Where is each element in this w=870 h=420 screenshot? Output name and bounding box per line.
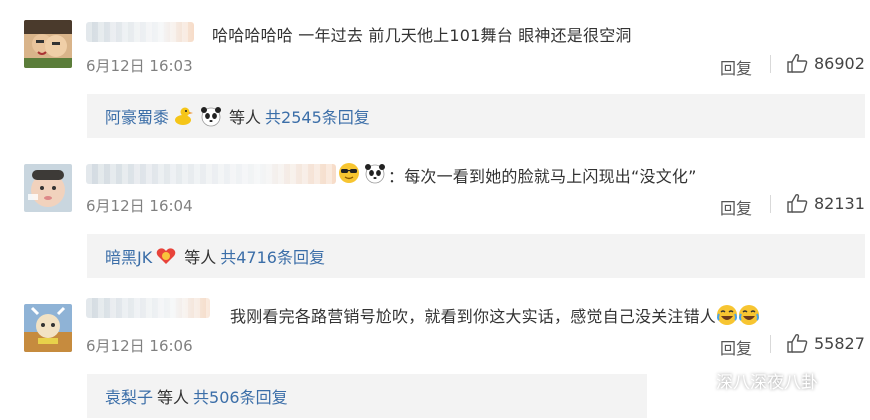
comment-time: 6月12日 16:04 xyxy=(86,197,193,215)
reply-count-link[interactable]: 共506条回复 xyxy=(193,384,288,408)
comment-text: ：每次一看到她的脸就马上闪现出“没文化” xyxy=(388,167,697,186)
like-button[interactable]: 86902 xyxy=(786,53,865,73)
like-button[interactable]: 55827 xyxy=(786,333,865,353)
reply-user-link[interactable]: 暗黑JK xyxy=(105,244,152,268)
wechat-logo-icon xyxy=(677,367,709,392)
divider xyxy=(770,335,771,353)
divider xyxy=(770,55,771,73)
comment-item: 我刚看完各路营销号尬吹，就看到你这大实话，感觉自己没关注错人 6月12日 16:… xyxy=(0,280,870,420)
like-count: 86902 xyxy=(814,53,865,73)
avatar[interactable] xyxy=(24,20,72,68)
reply-count-link[interactable]: 共4716条回复 xyxy=(220,244,325,268)
username-redacted[interactable] xyxy=(86,22,194,42)
replies-summary[interactable]: 袁梨子 等人 共506条回复 xyxy=(87,374,647,418)
avatar[interactable] xyxy=(24,164,72,212)
reply-others-label: 等人 xyxy=(184,248,217,267)
username-redacted[interactable] xyxy=(86,164,336,184)
panda-emoji-icon xyxy=(200,105,222,127)
thumbs-up-icon xyxy=(787,333,808,353)
comment-text: 我刚看完各路营销号尬吹，就看到你这大实话，感觉自己没关注错人 xyxy=(230,303,760,330)
reply-others-label: 等人 xyxy=(157,388,190,407)
avatar-image xyxy=(24,164,72,212)
comment-text: 哈哈哈哈哈 一年过去 前几天他上101舞台 眼神还是很空洞 xyxy=(212,26,632,45)
reply-button[interactable]: 回复 xyxy=(720,55,752,79)
thumbs-up-icon xyxy=(787,53,808,73)
reply-others-label: 等人 xyxy=(229,108,262,127)
username-redacted[interactable] xyxy=(86,298,210,318)
comment-text-body: 我刚看完各路营销号尬吹，就看到你这大实话，感觉自己没关注错人 xyxy=(230,307,717,326)
comment-time: 6月12日 16:06 xyxy=(86,337,193,355)
laugh-cry-emoji-icon xyxy=(716,304,738,330)
divider xyxy=(770,195,771,213)
heart-badge-icon xyxy=(155,245,177,267)
avatar-image xyxy=(24,20,72,68)
comment-item: ：每次一看到她的脸就马上闪现出“没文化” 6月12日 16:04 回复 8213… xyxy=(0,140,870,280)
watermark-text: 深八深夜八卦 xyxy=(716,372,818,393)
avatar[interactable] xyxy=(24,304,72,352)
reply-count-link[interactable]: 共2545条回复 xyxy=(265,104,370,128)
like-button[interactable]: 82131 xyxy=(786,193,865,213)
avatar-image xyxy=(24,304,72,352)
reply-user-link[interactable]: 阿豪蜀黍 xyxy=(105,104,169,128)
laugh-cry-emoji-icon xyxy=(738,304,760,330)
sunglasses-emoji-icon xyxy=(338,162,360,188)
comment-time: 6月12日 16:03 xyxy=(86,57,193,75)
like-count: 82131 xyxy=(814,193,865,213)
thumbs-up-icon xyxy=(787,193,808,213)
reply-button[interactable]: 回复 xyxy=(720,195,752,219)
replies-summary[interactable]: 暗黑JK 等人 共4716条回复 xyxy=(87,234,865,278)
duck-emoji-icon xyxy=(172,105,194,127)
panda-emoji-icon xyxy=(364,162,386,188)
like-count: 55827 xyxy=(814,333,865,353)
comment-item: 哈哈哈哈哈 一年过去 前几天他上101舞台 眼神还是很空洞 6月12日 16:0… xyxy=(0,0,870,140)
wechat-watermark: 深八深夜八卦 xyxy=(676,366,818,394)
replies-summary[interactable]: 阿豪蜀黍 等人 共2545条回复 xyxy=(87,94,865,138)
reply-user-link[interactable]: 袁梨子 xyxy=(105,384,153,408)
reply-button[interactable]: 回复 xyxy=(720,335,752,359)
